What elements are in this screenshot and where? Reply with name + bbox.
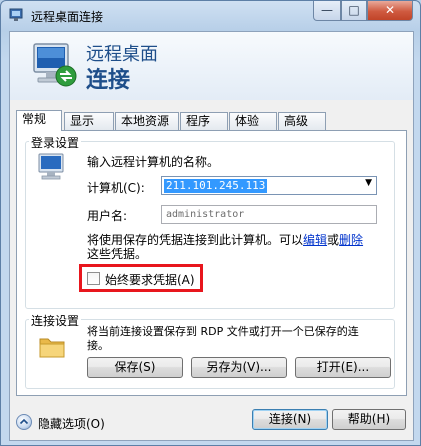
tab-strip: 常规 显示 本地资源 程序 体验 高级: [16, 110, 411, 131]
login-settings-label: 登录设置: [29, 134, 82, 151]
saved-credentials-prefix: 将使用保存的凭据连接到此计算机。可以: [87, 233, 304, 247]
tab-general[interactable]: 常规: [16, 110, 62, 131]
remote-desktop-monitor-icon: [33, 43, 77, 87]
title-bar[interactable]: 远程桌面连接 — □ ✕: [1, 1, 420, 31]
open-button[interactable]: 打开(E)...: [295, 357, 391, 378]
tab-programs[interactable]: 程序: [180, 112, 228, 130]
saved-credentials-or: 或: [327, 233, 340, 247]
header-banner: 远程桌面 连接: [10, 32, 413, 100]
delete-credentials-link[interactable]: 删除: [339, 233, 363, 247]
close-button[interactable]: ✕: [367, 1, 413, 21]
window-title: 远程桌面连接: [31, 10, 104, 24]
dialog-client: 远程桌面 连接 常规 显示 本地资源 程序 体验 高级 登录设置 输入远程计算机…: [9, 31, 414, 441]
chevron-up-icon[interactable]: [16, 414, 32, 430]
connection-description-line2: 接。: [87, 339, 109, 352]
tab-advanced[interactable]: 高级: [278, 112, 326, 130]
computer-value: 211.101.245.113: [164, 179, 268, 193]
folder-icon: [39, 338, 65, 358]
saved-credentials-text: 将使用保存的凭据连接到此计算机。可以编辑或删除: [87, 233, 363, 247]
saved-credentials-line2: 这些凭据。: [87, 247, 148, 261]
banner-title-line2: 连接: [86, 68, 131, 93]
tab-experience[interactable]: 体验: [229, 112, 277, 130]
maximize-button[interactable]: □: [341, 1, 367, 21]
connect-button[interactable]: 连接(N): [252, 409, 328, 430]
username-label: 用户名:: [87, 209, 128, 223]
chevron-down-icon[interactable]: ▼: [365, 178, 372, 188]
connection-description-line1: 将当前连接设置保存到 RDP 文件或打开一个已保存的连: [87, 325, 359, 338]
username-field[interactable]: administrator: [161, 205, 377, 224]
computer-name-prompt: 输入远程计算机的名称。: [87, 155, 220, 169]
tab-display[interactable]: 显示: [64, 112, 114, 130]
save-button[interactable]: 保存(S): [87, 357, 183, 378]
computer-icon: [38, 153, 64, 180]
minimize-button[interactable]: —: [313, 1, 341, 21]
general-tab-panel: 登录设置 输入远程计算机的名称。 计算机(C): 211.101.245.113…: [16, 130, 407, 396]
remote-desktop-window: 远程桌面连接 — □ ✕ 远程桌面 连接 常规 显示 本地资源 程序 体验 高级…: [0, 0, 421, 446]
always-ask-credentials-label[interactable]: 始终要求凭据(A): [105, 271, 195, 288]
tab-local-resources[interactable]: 本地资源: [115, 112, 179, 130]
hide-options-link[interactable]: 隐藏选项(O): [38, 415, 105, 432]
computer-combobox[interactable]: 211.101.245.113 ▼: [161, 176, 377, 195]
always-ask-credentials-checkbox[interactable]: [87, 272, 100, 285]
remote-desktop-app-icon: [9, 8, 23, 21]
connection-settings-label: 连接设置: [29, 312, 82, 329]
edit-credentials-link[interactable]: 编辑: [303, 233, 327, 247]
save-as-button[interactable]: 另存为(V)...: [191, 357, 287, 378]
help-button[interactable]: 帮助(H): [332, 409, 406, 430]
computer-label: 计算机(C):: [87, 181, 145, 195]
